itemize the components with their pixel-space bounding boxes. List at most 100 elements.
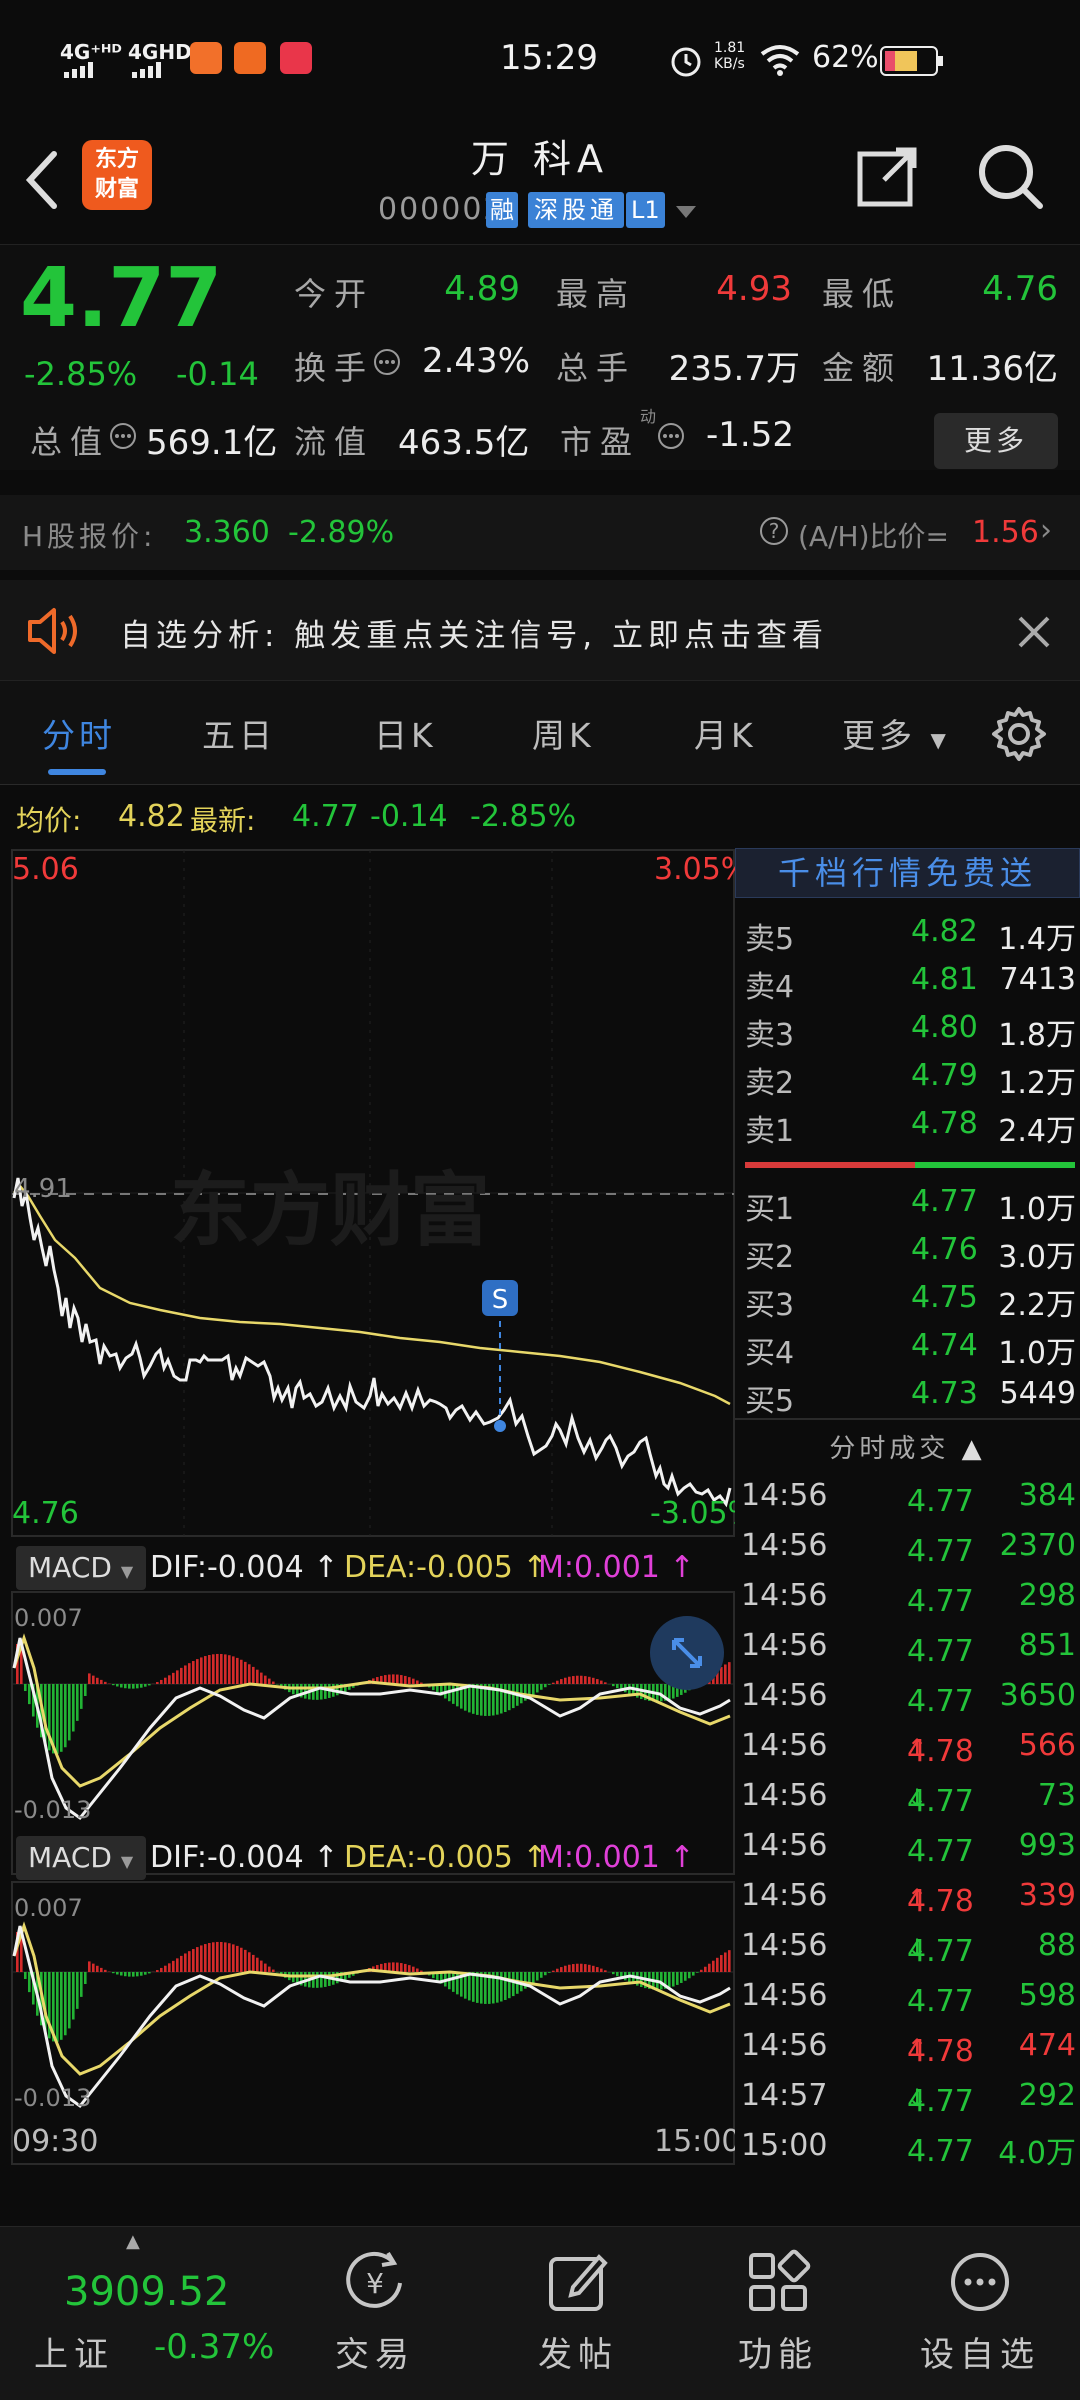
share-button[interactable] — [856, 144, 920, 212]
orderbook-promo[interactable]: 千档行情免费送 — [735, 848, 1080, 898]
pe-info-icon[interactable] — [656, 421, 686, 455]
nav-trade[interactable]: ¥ 交易 — [275, 2227, 475, 2400]
macd-bar — [188, 1663, 191, 1684]
bid-row[interactable]: 买3 4.75 2.2万 — [735, 1274, 1080, 1323]
tab-week-k[interactable]: 周K — [532, 709, 595, 757]
nav-functions-label: 功能 — [738, 2335, 818, 2375]
macd2-bottom: -0.013 — [14, 2084, 92, 2112]
macd-bar — [252, 1666, 255, 1684]
tab-month-k[interactable]: 月K — [694, 709, 757, 757]
macd-bar — [120, 1684, 123, 1688]
bid-row[interactable]: 买2 4.76 3.0万 — [735, 1226, 1080, 1275]
chart-area[interactable]: 东方财富 S 5.06 3.05% 4.91 4.76 -3.05% MACD … — [0, 848, 756, 2176]
analysis-banner[interactable]: 自选分析: 触发重点关注信号, 立即点击查看 — [0, 580, 1080, 680]
macd-bar — [420, 1682, 423, 1684]
chart-ref-price: 4.91 — [14, 1174, 72, 1204]
ask-price: 4.82 — [911, 914, 978, 949]
help-icon[interactable]: ? — [758, 515, 790, 551]
bid-row[interactable]: 买4 4.74 1.0万 — [735, 1322, 1080, 1371]
search-button[interactable] — [976, 142, 1044, 214]
macd-bar — [252, 1954, 255, 1972]
tab-more[interactable]: 更多 ▼ — [842, 709, 950, 757]
macd-bar — [160, 1967, 163, 1972]
ask-price: 4.81 — [911, 962, 978, 997]
ticks-header[interactable]: 分时成交 ▲ — [735, 1428, 1080, 1465]
settings-button[interactable] — [990, 705, 1048, 767]
macd-bar — [100, 1967, 103, 1972]
connect-badge: 深股通 — [528, 192, 624, 228]
avg-label: 均价: — [16, 804, 82, 837]
macd-bar — [148, 1684, 151, 1686]
gear-icon — [992, 707, 1046, 761]
macd-bar — [616, 1972, 619, 1977]
tick-volume: 3650 — [999, 1678, 1076, 1713]
back-button[interactable] — [22, 148, 62, 216]
expand-button[interactable] — [650, 1616, 724, 1690]
macd-bar — [580, 1963, 583, 1972]
macd-bar — [112, 1972, 115, 1974]
macd-bar — [260, 1960, 263, 1972]
macd-bar — [188, 1951, 191, 1972]
tab-intraday[interactable]: 分时 — [42, 709, 116, 757]
more-button[interactable]: 更多 — [934, 413, 1058, 469]
chevron-down-icon: ▼ — [120, 1562, 134, 1581]
macd-bar — [160, 1679, 163, 1684]
macd-bar — [580, 1675, 583, 1684]
macd-bar — [412, 1678, 415, 1684]
macd-bar — [272, 1681, 275, 1684]
nav-functions[interactable]: 功能 — [678, 2227, 878, 2400]
mktcap-info-icon[interactable] — [108, 421, 138, 455]
bid-row[interactable]: 买5 4.73 5449 — [735, 1370, 1080, 1419]
macd-bar — [696, 1972, 699, 1973]
pe-dynamic-mark: 动 — [640, 407, 657, 426]
macd-bar — [104, 1681, 107, 1684]
tick-volume: 384 — [1018, 1478, 1076, 1513]
bid-row[interactable]: 买1 4.77 1.0万 — [735, 1178, 1080, 1227]
tick-volume: 88 — [1037, 1928, 1076, 1963]
macd1-selector[interactable]: MACD ▼ — [16, 1546, 146, 1590]
macd-bar — [536, 1684, 539, 1693]
ask-row[interactable]: 卖4 4.81 7413 — [735, 956, 1080, 1005]
macd-bar — [556, 1680, 559, 1684]
ask-row[interactable]: 卖1 4.78 2.4万 — [735, 1100, 1080, 1149]
h-share-row[interactable]: H股报价: 3.360 -2.89% ? (A/H)比价= 1.56 › — [0, 495, 1080, 570]
bid-volume: 1.0万 — [998, 1336, 1076, 1371]
macd-bar — [68, 1972, 71, 2029]
macd-bar — [472, 1972, 475, 2002]
ask-row[interactable]: 卖5 4.82 1.4万 — [735, 908, 1080, 957]
macd-bar — [604, 1970, 607, 1972]
macd-bar — [156, 1682, 159, 1684]
float-value: 463.5亿 — [398, 423, 530, 463]
macd-bar — [24, 1972, 27, 1980]
open-value: 4.89 — [444, 269, 520, 309]
level-badge[interactable]: L1 — [626, 192, 665, 228]
bid-bar — [915, 1162, 1075, 1168]
chevron-right-icon: › — [1040, 513, 1052, 548]
macd-bar — [708, 1963, 711, 1972]
macd-bar — [172, 1960, 175, 1972]
tick-row: 14:56 4.77 3650 — [741, 1678, 1076, 1719]
margin-badge: 融 — [486, 192, 518, 228]
ask-row[interactable]: 卖3 4.80 1.8万 — [735, 1004, 1080, 1053]
macd-bar — [216, 1653, 219, 1684]
macd-bar — [228, 1943, 231, 1972]
macd-bar — [204, 1944, 207, 1972]
macd-bar — [256, 1957, 259, 1972]
macd-bar — [192, 1949, 195, 1972]
nav-post[interactable]: 发帖 — [478, 2227, 678, 2400]
macd2-selector[interactable]: MACD ▼ — [16, 1836, 146, 1880]
ask-row[interactable]: 卖2 4.79 1.2万 — [735, 1052, 1080, 1101]
macd-bar — [196, 1947, 199, 1972]
macd1-histogram — [16, 1644, 731, 1754]
tab-five-day[interactable]: 五日 — [202, 709, 276, 757]
tick-time: 14:56 — [741, 1978, 828, 2013]
tab-day-k[interactable]: 日K — [374, 709, 437, 757]
macd-bar — [592, 1965, 595, 1972]
index-widget[interactable]: ▲ 3909.52 上证 -0.37% — [0, 2227, 300, 2400]
nav-add-watchlist[interactable]: 设自选 — [880, 2227, 1080, 2400]
macd-bar — [468, 1972, 471, 2001]
level-dropdown-icon[interactable] — [674, 204, 698, 224]
tick-time: 14:56 — [741, 1878, 828, 1913]
turnover-info-icon[interactable] — [372, 347, 402, 381]
close-icon[interactable] — [1016, 614, 1052, 654]
